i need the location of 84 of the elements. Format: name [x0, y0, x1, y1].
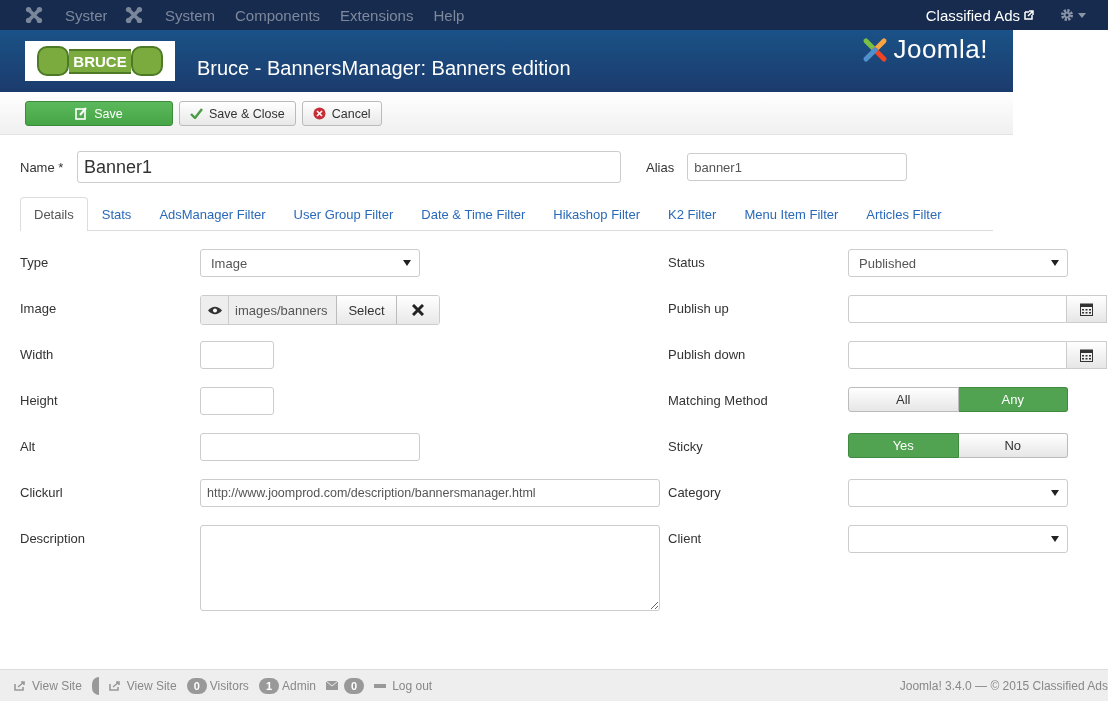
- field-label: Alt: [20, 438, 37, 454]
- joomla-logo: Joomla!: [860, 34, 988, 65]
- select-dropdown[interactable]: [848, 479, 1068, 507]
- field-label: Description: [20, 530, 87, 546]
- field-label: Clickurl: [20, 484, 64, 500]
- tab[interactable]: Details: [20, 197, 88, 231]
- count-badge: 1: [258, 677, 279, 694]
- tab[interactable]: AdsManager Filter: [145, 197, 280, 231]
- checkmark-icon: [190, 108, 203, 119]
- field-label: Alias: [646, 159, 675, 175]
- external-link-icon: [14, 680, 26, 691]
- site-link[interactable]: Classified Ads: [925, 6, 1034, 24]
- external-link-icon: [1024, 10, 1034, 20]
- bruce-logo: BRUCE: [25, 41, 175, 81]
- date-input[interactable]: [848, 295, 1067, 323]
- tab[interactable]: User Group Filter: [279, 197, 408, 231]
- date-input[interactable]: [848, 341, 1067, 369]
- joomla-logo-icon[interactable]: [25, 6, 43, 24]
- menu-item[interactable]: Help: [433, 6, 465, 24]
- menu-item[interactable]: System: [165, 6, 215, 24]
- field-label: Type: [20, 254, 50, 270]
- field-label: Sticky: [668, 438, 704, 454]
- field-label: Image: [20, 300, 58, 316]
- menu-item[interactable]: Extensions: [340, 6, 414, 24]
- number-input[interactable]: [200, 387, 274, 415]
- alias-input[interactable]: banner1: [687, 153, 908, 181]
- tab[interactable]: Hikashop Filter: [539, 197, 655, 231]
- caret-icon: [1078, 12, 1086, 18]
- badge-stub: [91, 676, 99, 695]
- save-close-button[interactable]: Save & Close: [179, 101, 296, 126]
- settings-menu[interactable]: [1060, 8, 1086, 22]
- count-badge: 0: [186, 677, 207, 694]
- status-text: Visitors: [209, 678, 249, 693]
- toggle-option[interactable]: Yes: [848, 433, 959, 458]
- field-label: Publish down: [668, 346, 747, 362]
- view-site-link[interactable]: View Site: [32, 678, 82, 693]
- tab[interactable]: K2 Filter: [654, 197, 731, 231]
- tab[interactable]: Date & Time Filter: [407, 197, 540, 231]
- description-textarea[interactable]: [200, 525, 660, 611]
- count-badge: 0: [344, 677, 365, 694]
- logout-link[interactable]: Log out: [392, 678, 433, 693]
- view-site-link[interactable]: View Site: [126, 678, 177, 693]
- mail-icon: [326, 681, 338, 690]
- number-input[interactable]: [200, 341, 274, 369]
- tab[interactable]: Menu Item Filter: [730, 197, 853, 231]
- menu-item[interactable]: Syster: [65, 6, 107, 24]
- select-dropdown[interactable]: Published: [848, 249, 1068, 277]
- name-input[interactable]: Banner1: [77, 151, 621, 183]
- field-label: Height: [20, 392, 59, 408]
- menu-item[interactable]: Components: [235, 6, 321, 24]
- edit-icon: [75, 107, 89, 120]
- field-label: Publish up: [668, 300, 730, 316]
- field-label: Client: [668, 530, 703, 546]
- calendar-icon: [1080, 348, 1093, 362]
- field-label: Width: [20, 346, 55, 362]
- field-label: Category: [668, 484, 722, 500]
- text-input[interactable]: http://www.joomprod.com/description/bannersmanager.html: [200, 479, 660, 507]
- page-title: Bruce - BannersManager: Banners edition: [197, 56, 571, 80]
- calendar-button[interactable]: [1067, 295, 1107, 323]
- text-input[interactable]: [200, 433, 420, 461]
- toggle-option[interactable]: All: [848, 387, 959, 412]
- status-text: Admin: [282, 678, 316, 693]
- minus-icon: [374, 683, 387, 688]
- caret-icon: [403, 260, 411, 266]
- calendar-button[interactable]: [1067, 341, 1107, 369]
- external-link-icon: [108, 680, 121, 691]
- gear-icon: [1060, 8, 1074, 22]
- caret-icon: [1051, 260, 1059, 266]
- cancel-icon: [312, 107, 326, 120]
- tab[interactable]: Stats: [87, 197, 146, 231]
- cancel-button[interactable]: Cancel: [301, 101, 382, 126]
- field-label: Matching Method: [668, 392, 769, 408]
- select-dropdown[interactable]: Image: [200, 249, 420, 277]
- toggle-option[interactable]: No: [958, 433, 1068, 458]
- copyright-text: Joomla! 3.4.0 — © 2015 Classified Ads: [899, 678, 1108, 693]
- select-dropdown[interactable]: [848, 525, 1068, 553]
- joomla-logo-icon[interactable]: [125, 6, 143, 24]
- caret-icon: [1051, 490, 1059, 496]
- calendar-icon: [1080, 302, 1093, 316]
- field-label: Name *: [20, 159, 65, 175]
- caret-icon: [1051, 536, 1059, 542]
- tab[interactable]: Articles Filter: [852, 197, 956, 231]
- toggle-option[interactable]: Any: [958, 387, 1068, 412]
- field-label: Status: [668, 254, 706, 270]
